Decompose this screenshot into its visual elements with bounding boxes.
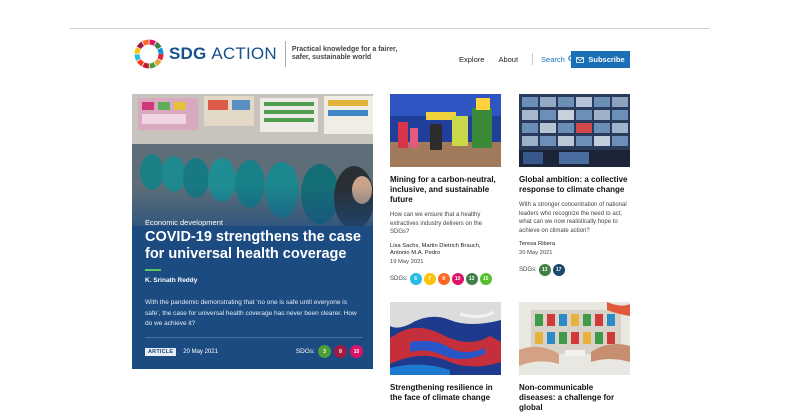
- sdg-badge[interactable]: 7: [423, 272, 436, 285]
- article-image: [390, 94, 501, 167]
- sdg-badge[interactable]: 10: [451, 272, 464, 285]
- article-card[interactable]: Non-communicable diseases: a challenge f…: [519, 302, 630, 413]
- card-title[interactable]: Non-communicable diseases: a challenge f…: [519, 383, 630, 413]
- sdg-badge[interactable]: 17: [552, 263, 565, 276]
- article-image: [519, 302, 630, 375]
- card-title[interactable]: Global ambition: a collective response t…: [519, 175, 630, 195]
- hero-footer: ARTICLE 20 May 2021 SDGs: 3 8 10: [145, 345, 363, 358]
- card-title[interactable]: Mining for a carbon-neutral, inclusive, …: [390, 175, 501, 205]
- subscribe-button[interactable]: Subscribe: [571, 51, 630, 68]
- sdg-badge[interactable]: 6: [409, 272, 422, 285]
- article-image: [519, 94, 630, 167]
- brand-name: SDG ACTION: [169, 44, 277, 63]
- hero-sdg-list: SDGs: 3 8 10: [296, 345, 363, 358]
- card-sdg-list: SDGs: 6 7 9 10 13 15: [390, 272, 501, 285]
- card-author[interactable]: Teresa Ribera: [519, 241, 630, 249]
- nav-about[interactable]: About: [498, 55, 518, 64]
- card-author[interactable]: Lisa Sachs, Martin Dietrich Brauch, Anto…: [390, 243, 501, 258]
- article-card[interactable]: Global ambition: a collective response t…: [519, 94, 630, 276]
- nav-divider: [532, 53, 534, 65]
- card-title[interactable]: Strengthening resilience in the face of …: [390, 383, 501, 403]
- envelope-icon: [576, 56, 585, 63]
- sdg-badge[interactable]: 13: [465, 272, 478, 285]
- sdg-wheel-icon: [134, 39, 164, 69]
- hero-title[interactable]: COVID-19 strengthens the case for univer…: [145, 229, 365, 263]
- card-date: 19 May 2021: [390, 258, 424, 265]
- sdg-badge[interactable]: 3: [318, 345, 331, 358]
- hero-author[interactable]: K. Srinath Reddy: [145, 277, 197, 284]
- card-description: With a stronger concentration of nationa…: [519, 202, 627, 234]
- tagline: Practical knowledge for a fairer, safer,…: [284, 41, 397, 67]
- sdg-badge[interactable]: 10: [350, 345, 363, 358]
- article-card[interactable]: Mining for a carbon-neutral, inclusive, …: [390, 94, 501, 285]
- sdg-badge[interactable]: 13: [538, 263, 551, 276]
- article-image: [390, 302, 501, 375]
- card-date: 20 May 2021: [519, 249, 553, 256]
- hero-category[interactable]: Economic development: [145, 218, 223, 227]
- card-description: How can we ensure that a healthy extract…: [390, 212, 483, 236]
- hero-date: 20 May 2021: [183, 348, 218, 355]
- top-divider: [70, 28, 710, 29]
- article-card[interactable]: Strengthening resilience in the face of …: [390, 302, 501, 403]
- nav-explore[interactable]: Explore: [459, 55, 484, 64]
- sdg-badge[interactable]: 8: [334, 345, 347, 358]
- sdg-badge[interactable]: 9: [437, 272, 450, 285]
- hero-description: With the pandemic demonstrating that ‘no…: [145, 299, 357, 327]
- main-nav: Explore About Search: [459, 51, 576, 67]
- article-badge: ARTICLE: [145, 347, 177, 356]
- hero-divider: [145, 337, 363, 338]
- sdg-badge[interactable]: 15: [479, 272, 492, 285]
- card-sdg-list: SDGs: 13 17: [519, 263, 630, 276]
- site-logo[interactable]: SDG ACTION Practical knowledge for a fai…: [133, 38, 397, 70]
- hero-accent-rule: [145, 269, 161, 271]
